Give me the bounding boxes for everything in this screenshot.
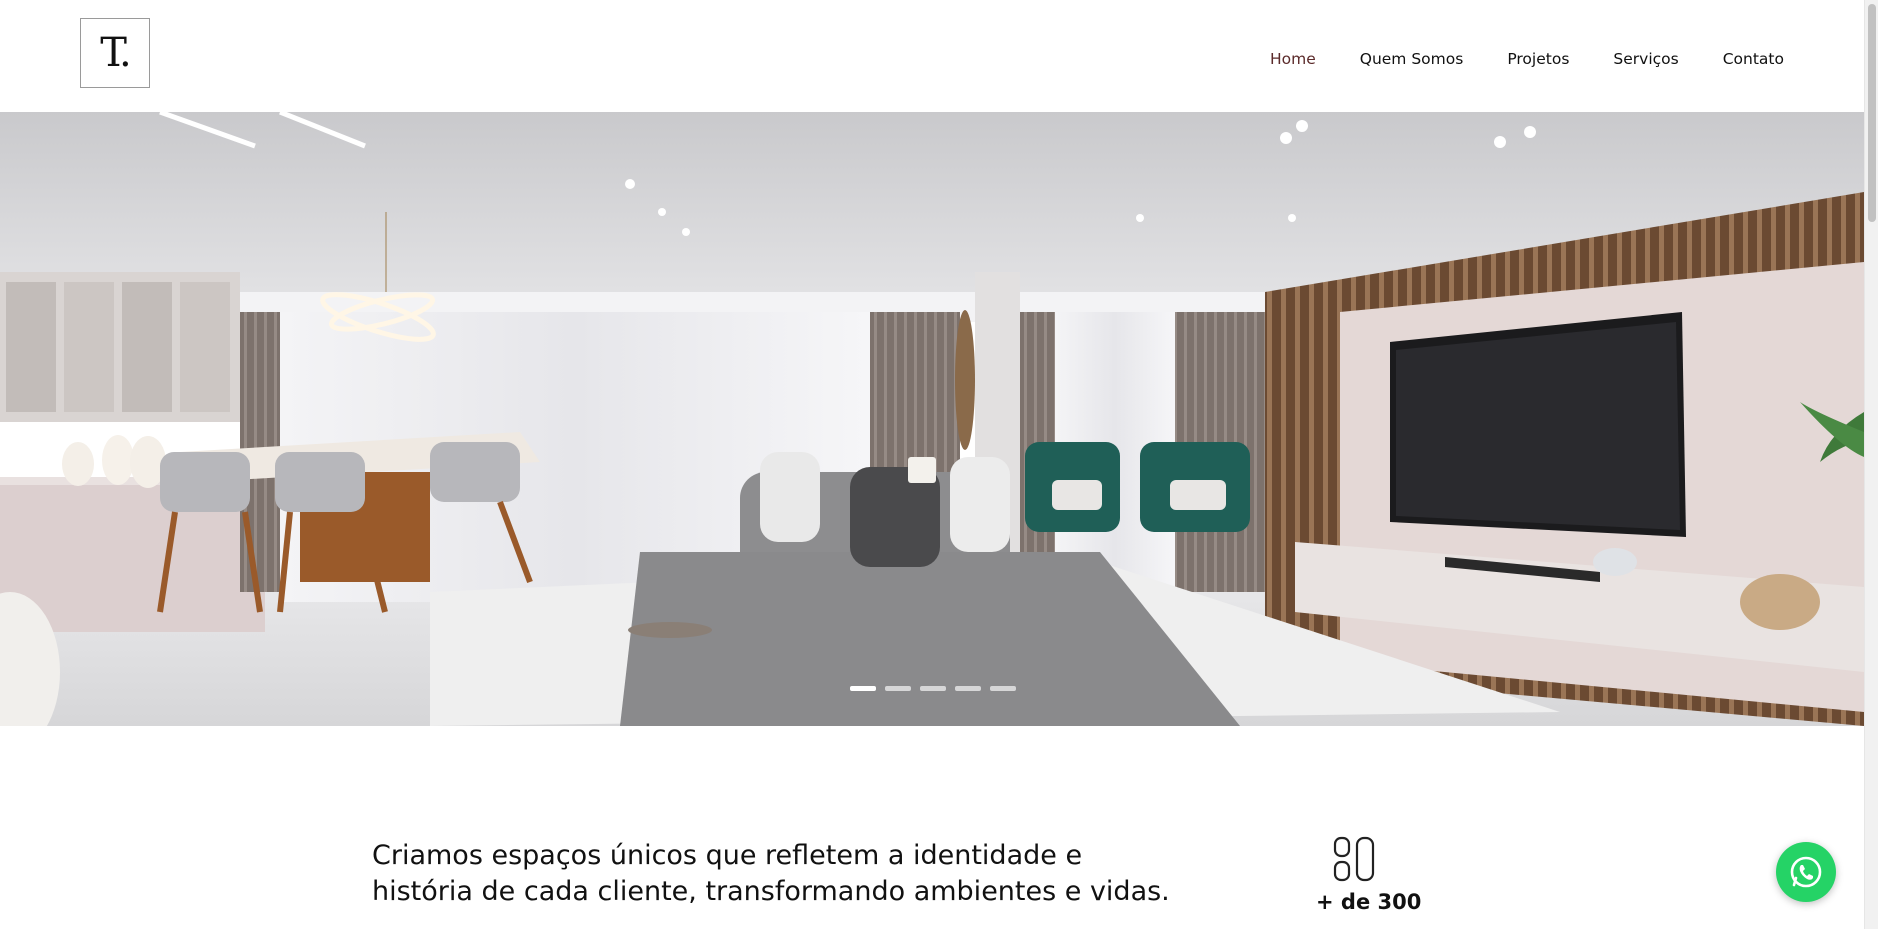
stat-projects: + de 300 bbox=[1316, 836, 1436, 914]
whatsapp-button[interactable] bbox=[1776, 842, 1836, 902]
nav-quem-somos[interactable]: Quem Somos bbox=[1360, 50, 1464, 68]
intro-section: Criamos espaços únicos que refletem a id… bbox=[372, 838, 1212, 910]
hero-image bbox=[0, 112, 1864, 726]
logo[interactable]: T. bbox=[80, 18, 150, 88]
nav-home[interactable]: Home bbox=[1270, 50, 1316, 68]
whatsapp-icon bbox=[1790, 856, 1822, 888]
intro-line-2: história de cada cliente, transformando … bbox=[372, 876, 1170, 907]
slider-dot-4[interactable] bbox=[955, 686, 981, 691]
hero-slider[interactable] bbox=[0, 112, 1864, 726]
scrollbar-thumb[interactable] bbox=[1868, 4, 1876, 222]
slider-dot-3[interactable] bbox=[920, 686, 946, 691]
slider-dot-2[interactable] bbox=[885, 686, 911, 691]
site-header: T. Home Quem Somos Projetos Serviços Con… bbox=[0, 0, 1864, 112]
slider-dot-1[interactable] bbox=[850, 686, 876, 691]
page: T. Home Quem Somos Projetos Serviços Con… bbox=[0, 0, 1878, 929]
layout-grid-icon bbox=[1333, 836, 1375, 882]
intro-line-1: Criamos espaços únicos que refletem a id… bbox=[372, 840, 1083, 871]
nav-projetos[interactable]: Projetos bbox=[1507, 50, 1569, 68]
main-nav: Home Quem Somos Projetos Serviços Contat… bbox=[1270, 50, 1784, 68]
stat-value: + de 300 bbox=[1316, 890, 1422, 914]
logo-monogram: T. bbox=[100, 30, 131, 76]
slider-dot-5[interactable] bbox=[990, 686, 1016, 691]
intro-statement: Criamos espaços únicos que refletem a id… bbox=[372, 838, 1212, 910]
nav-contato[interactable]: Contato bbox=[1723, 50, 1784, 68]
slider-dots bbox=[850, 686, 1016, 691]
nav-servicos[interactable]: Serviços bbox=[1613, 50, 1678, 68]
page-scrollbar[interactable] bbox=[1864, 0, 1878, 929]
